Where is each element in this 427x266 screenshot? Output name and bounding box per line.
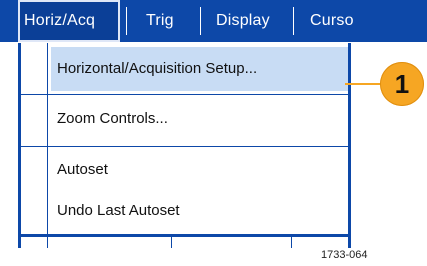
menu-separator xyxy=(126,7,127,35)
menu-horiz-acq[interactable]: Horiz/Acq xyxy=(18,0,120,42)
menu-item-zoom-controls[interactable]: Zoom Controls... xyxy=(57,97,168,141)
menu-cursors[interactable]: Curso xyxy=(310,0,354,42)
menu-item-autoset[interactable]: Autoset xyxy=(57,148,108,192)
menu-display-label: Display xyxy=(216,12,270,29)
callout-leader-line xyxy=(345,83,385,85)
menu-cursors-label: Curso xyxy=(310,12,354,29)
menu-divider xyxy=(21,146,348,147)
callout-number: 1 xyxy=(394,69,410,99)
menu-horiz-acq-label: Horiz/Acq xyxy=(24,12,96,29)
callout-badge: 1 xyxy=(380,62,424,106)
menu-separator xyxy=(200,7,201,35)
menu-bar: Horiz/Acq Trig Display Curso xyxy=(0,0,427,42)
menu-divider xyxy=(21,94,348,95)
menu-display[interactable]: Display xyxy=(216,0,270,42)
menu-item-label: Autoset xyxy=(57,161,108,178)
menu-divider xyxy=(21,234,348,237)
menu-tick xyxy=(171,237,172,248)
menu-tick xyxy=(291,237,292,248)
menu-item-label: Undo Last Autoset xyxy=(57,202,180,219)
menu-item-horizontal-acquisition-setup[interactable]: Horizontal/Acquisition Setup... xyxy=(51,47,348,91)
menu-item-label: Zoom Controls... xyxy=(57,110,168,127)
menu-item-undo-last-autoset[interactable]: Undo Last Autoset xyxy=(57,189,180,233)
figure-id: 1733-064 xyxy=(321,249,368,261)
horiz-acq-dropdown: Horizontal/Acquisition Setup... Zoom Con… xyxy=(18,43,351,248)
menu-trig-label: Trig xyxy=(146,12,174,29)
menu-separator xyxy=(293,7,294,35)
menu-item-label: Horizontal/Acquisition Setup... xyxy=(57,60,258,77)
menu-trig[interactable]: Trig xyxy=(146,0,174,42)
